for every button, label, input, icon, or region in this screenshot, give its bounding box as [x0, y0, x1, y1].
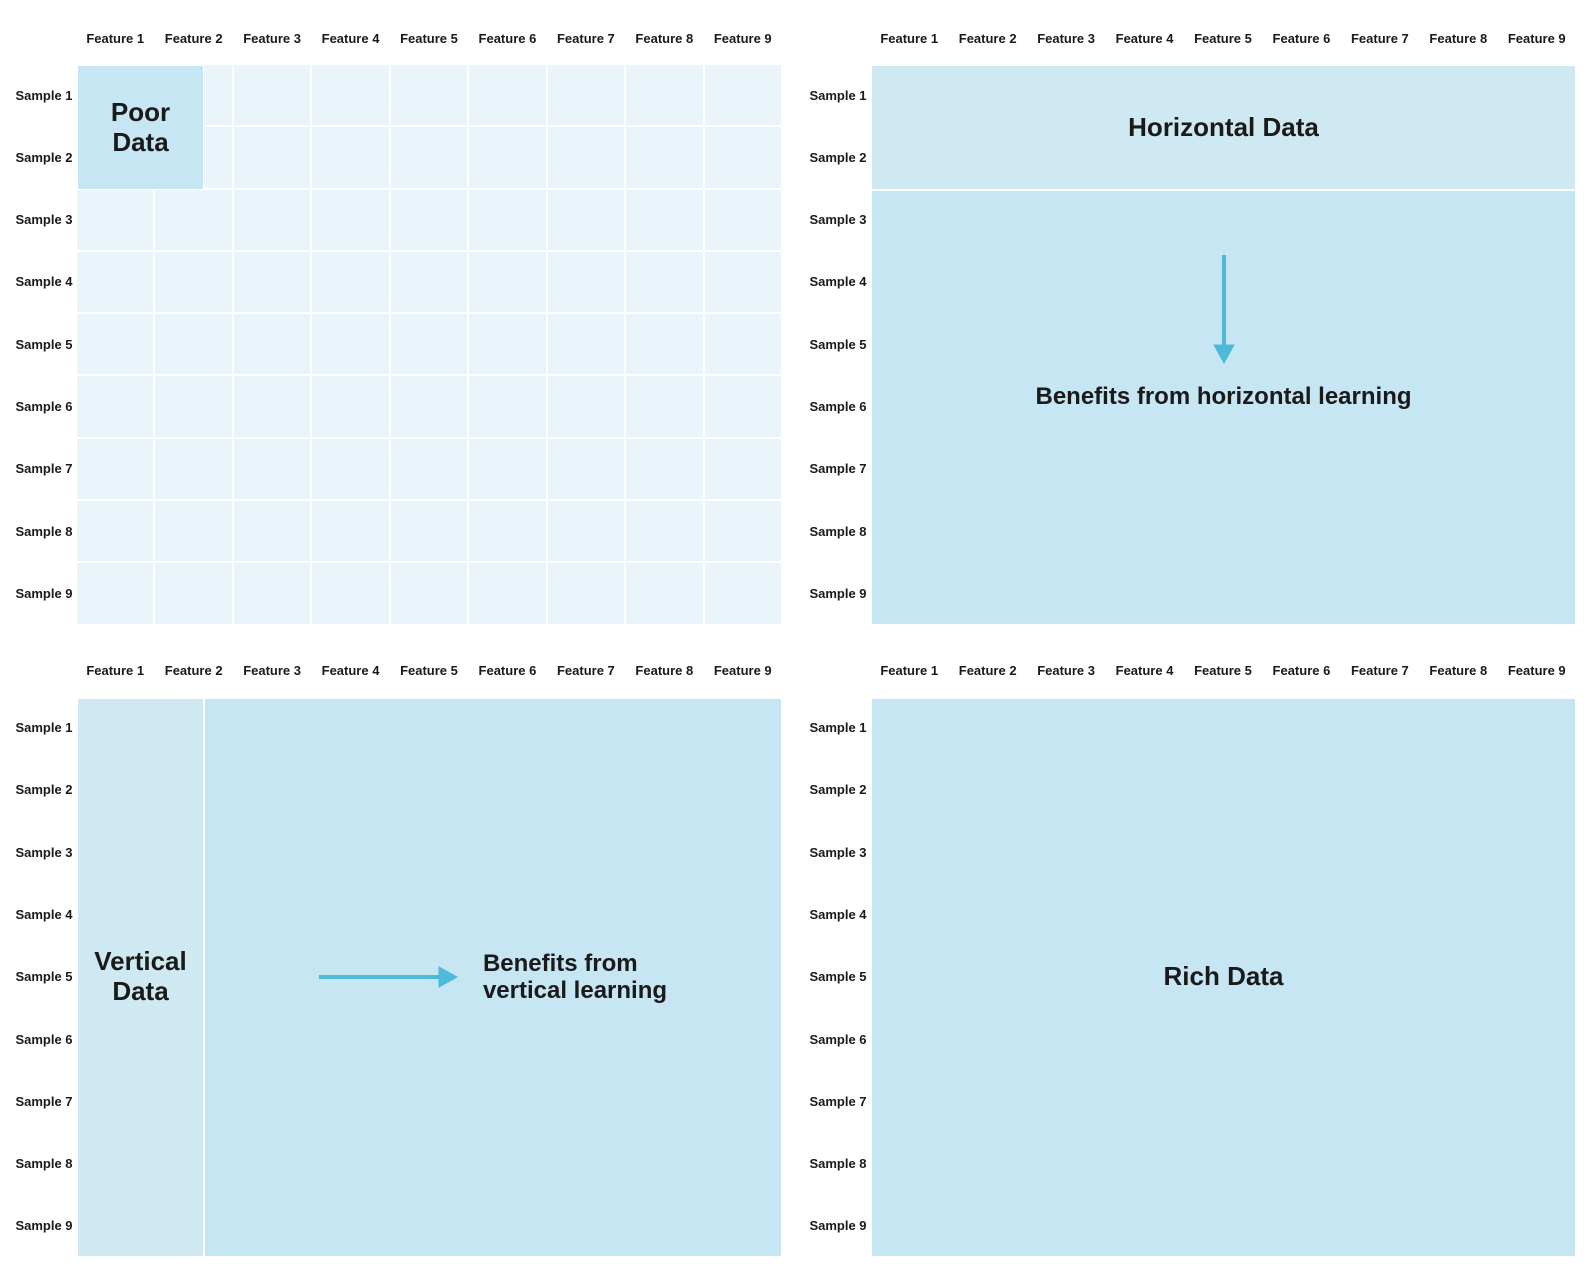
row-header: Sample 4: [12, 883, 76, 945]
rich-data-label: Rich Data: [871, 698, 1576, 1258]
row-header: Sample 7: [806, 438, 870, 500]
col-header: Feature 6: [1262, 645, 1340, 697]
row-header: Sample 8: [12, 500, 76, 562]
row-header: Sample 8: [806, 1132, 870, 1194]
col-header: Feature 4: [1105, 12, 1183, 64]
col-header: Feature 2: [154, 645, 232, 697]
row-header: Sample 3: [806, 189, 870, 251]
row-header: Sample 9: [12, 562, 76, 624]
arrow-right-icon: [319, 962, 459, 992]
row-header: Sample 2: [806, 759, 870, 821]
panel-rich-data: Feature 1 Feature 2 Feature 3 Feature 4 …: [806, 645, 1576, 1258]
horizontal-data-title: Horizontal Data: [1128, 113, 1319, 143]
col-header: Feature 4: [311, 12, 389, 64]
col-header: Feature 8: [1419, 645, 1497, 697]
row-header: Sample 1: [12, 64, 76, 126]
vertical-data-line2: Data: [112, 977, 168, 1007]
horizontal-benefit-text: Benefits from horizontal learning: [1035, 383, 1411, 411]
col-header: Feature 5: [390, 645, 468, 697]
row-header: Sample 2: [12, 126, 76, 188]
col-header: Feature 1: [870, 12, 948, 64]
row-header: Sample 6: [12, 375, 76, 437]
row-header: Sample 6: [12, 1008, 76, 1070]
col-header: Feature 3: [233, 12, 311, 64]
col-header: Feature 9: [704, 12, 782, 64]
horizontal-benefit-label: Benefits from horizontal learning: [871, 190, 1576, 625]
col-header: Feature 9: [704, 645, 782, 697]
corner-cell: [12, 12, 76, 64]
corner-cell: [806, 645, 870, 697]
row-header: Sample 5: [806, 946, 870, 1008]
row-header: Sample 4: [12, 251, 76, 313]
row-header: Sample 5: [12, 313, 76, 375]
horizontal-data-label: Horizontal Data: [871, 65, 1576, 190]
col-header: Feature 2: [154, 12, 232, 64]
col-header: Feature 5: [1184, 645, 1262, 697]
diagram-page: Feature 1 Feature 2 Feature 3 Feature 4 …: [0, 0, 1588, 1269]
row-header: Sample 1: [806, 64, 870, 126]
col-header: Feature 3: [1027, 12, 1105, 64]
row-header: Sample 9: [12, 1195, 76, 1257]
row-header: Sample 1: [12, 697, 76, 759]
corner-cell: [806, 12, 870, 64]
col-header: Feature 9: [1498, 12, 1576, 64]
col-header: Feature 6: [468, 12, 546, 64]
row-header: Sample 5: [806, 313, 870, 375]
row-header: Sample 5: [12, 946, 76, 1008]
row-header: Sample 7: [12, 438, 76, 500]
col-header: Feature 3: [233, 645, 311, 697]
col-header: Feature 3: [1027, 645, 1105, 697]
row-header: Sample 9: [806, 1195, 870, 1257]
row-header: Sample 8: [12, 1132, 76, 1194]
col-header: Feature 5: [1184, 12, 1262, 64]
col-header: Feature 1: [76, 12, 154, 64]
row-header: Sample 2: [12, 759, 76, 821]
panel-vertical-data: Feature 1 Feature 2 Feature 3 Feature 4 …: [12, 645, 782, 1258]
row-header: Sample 6: [806, 375, 870, 437]
row-header: Sample 2: [806, 126, 870, 188]
row-header: Sample 8: [806, 500, 870, 562]
col-header: Feature 1: [870, 645, 948, 697]
col-header: Feature 7: [547, 645, 625, 697]
col-header: Feature 5: [390, 12, 468, 64]
col-header: Feature 7: [1341, 645, 1419, 697]
col-header: Feature 8: [625, 12, 703, 64]
row-header: Sample 7: [806, 1070, 870, 1132]
col-header: Feature 2: [948, 12, 1026, 64]
arrow-down-icon: [1204, 255, 1244, 365]
vertical-benefit-line1: Benefits from: [483, 950, 667, 978]
row-header: Sample 9: [806, 562, 870, 624]
vertical-data-label: Vertical Data: [77, 698, 204, 1258]
row-header: Sample 3: [12, 821, 76, 883]
row-header: Sample 3: [806, 821, 870, 883]
col-header: Feature 7: [547, 12, 625, 64]
row-header: Sample 1: [806, 697, 870, 759]
vertical-benefit-line2: vertical learning: [483, 977, 667, 1005]
row-header: Sample 4: [806, 883, 870, 945]
col-header: Feature 4: [1105, 645, 1183, 697]
panel-horizontal-data: Feature 1 Feature 2 Feature 3 Feature 4 …: [806, 12, 1576, 625]
col-header: Feature 4: [311, 645, 389, 697]
poor-data-label: Poor Data: [77, 65, 204, 190]
col-header: Feature 8: [1419, 12, 1497, 64]
panel-poor-data: Feature 1 Feature 2 Feature 3 Feature 4 …: [12, 12, 782, 625]
col-header: Feature 7: [1341, 12, 1419, 64]
row-header: Sample 3: [12, 189, 76, 251]
col-header: Feature 1: [76, 645, 154, 697]
col-header: Feature 9: [1498, 645, 1576, 697]
vertical-data-line1: Vertical: [94, 947, 187, 977]
row-header: Sample 7: [12, 1070, 76, 1132]
col-header: Feature 6: [468, 645, 546, 697]
col-header: Feature 2: [948, 645, 1026, 697]
rich-data-title: Rich Data: [1164, 962, 1284, 992]
corner-cell: [12, 645, 76, 697]
col-header: Feature 6: [1262, 12, 1340, 64]
poor-data-label-line1: Poor: [111, 98, 170, 128]
poor-data-label-line2: Data: [112, 128, 168, 158]
row-header: Sample 6: [806, 1008, 870, 1070]
col-header: Feature 8: [625, 645, 703, 697]
row-header: Sample 4: [806, 251, 870, 313]
vertical-benefit-label: Benefits from vertical learning: [204, 698, 782, 1258]
